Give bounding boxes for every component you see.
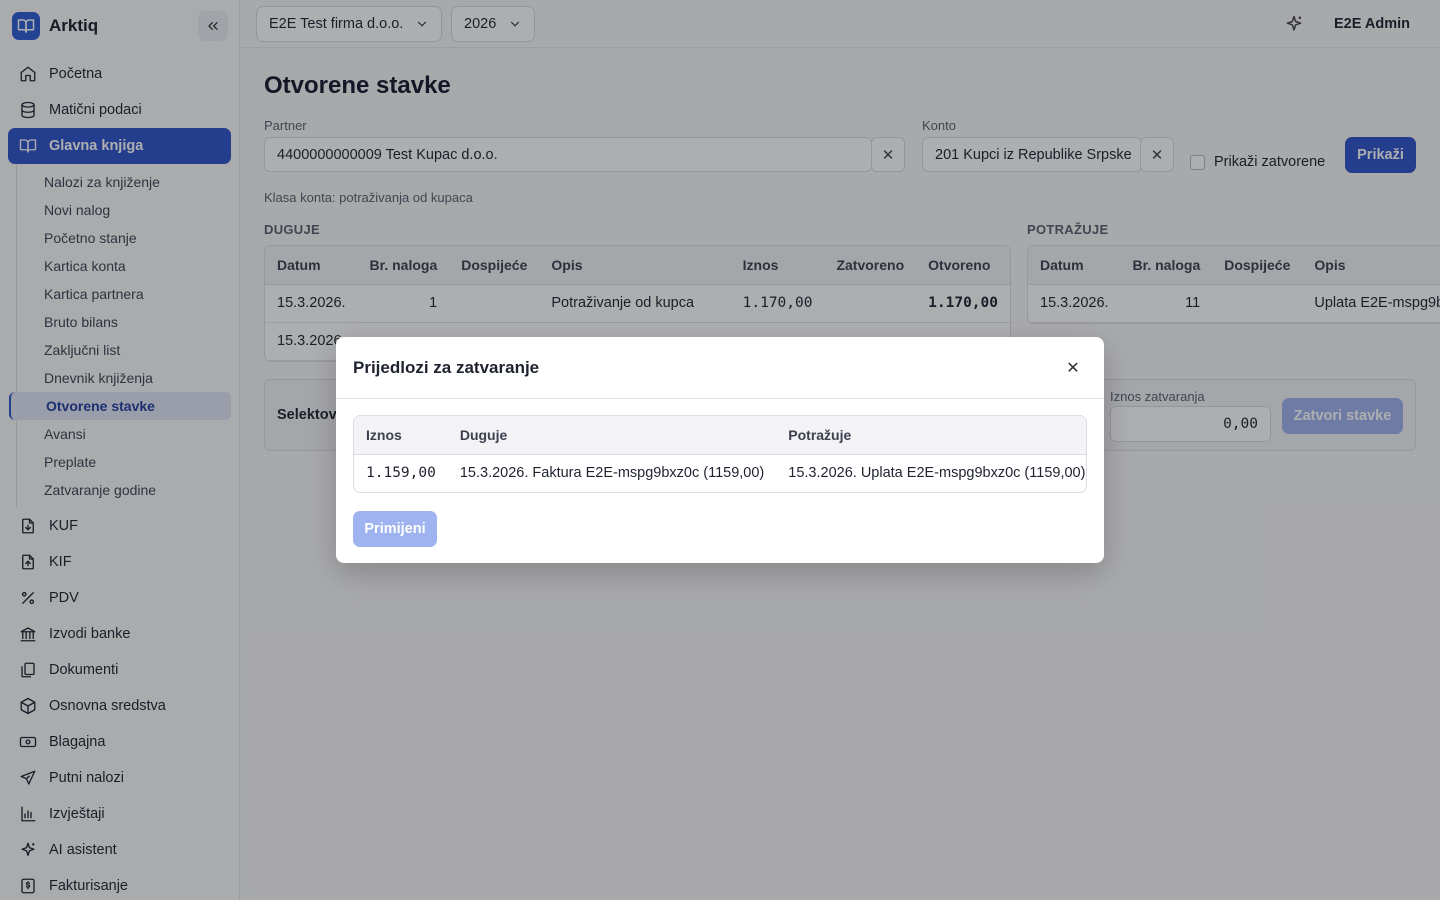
table-row[interactable]: 1.159,00 15.3.2026. Faktura E2E-mspg9bxz… bbox=[354, 454, 1086, 492]
apply-button[interactable]: Primijeni bbox=[353, 511, 437, 547]
close-icon: ✕ bbox=[1066, 360, 1080, 377]
cell-duguje: 15.3.2026. Faktura E2E-mspg9bxz0c (1159,… bbox=[459, 465, 765, 482]
suggestions-table: Iznos Duguje Potražuje 1.159,00 15.3.202… bbox=[353, 415, 1087, 493]
cell-potrazuje: 15.3.2026. Uplata E2E-mspg9bxz0c (1159,0… bbox=[788, 465, 1086, 482]
col-potrazuje: Potražuje bbox=[776, 416, 1086, 455]
cell-iznos: 1.159,00 bbox=[366, 465, 436, 482]
closing-suggestions-dialog: Prijedlozi za zatvaranje ✕ Iznos Duguje … bbox=[336, 337, 1104, 563]
dialog-close-button[interactable]: ✕ bbox=[1064, 359, 1082, 377]
col-iznos: Iznos bbox=[354, 416, 448, 455]
col-duguje: Duguje bbox=[447, 416, 777, 455]
dialog-title: Prijedlozi za zatvaranje bbox=[336, 337, 1104, 399]
